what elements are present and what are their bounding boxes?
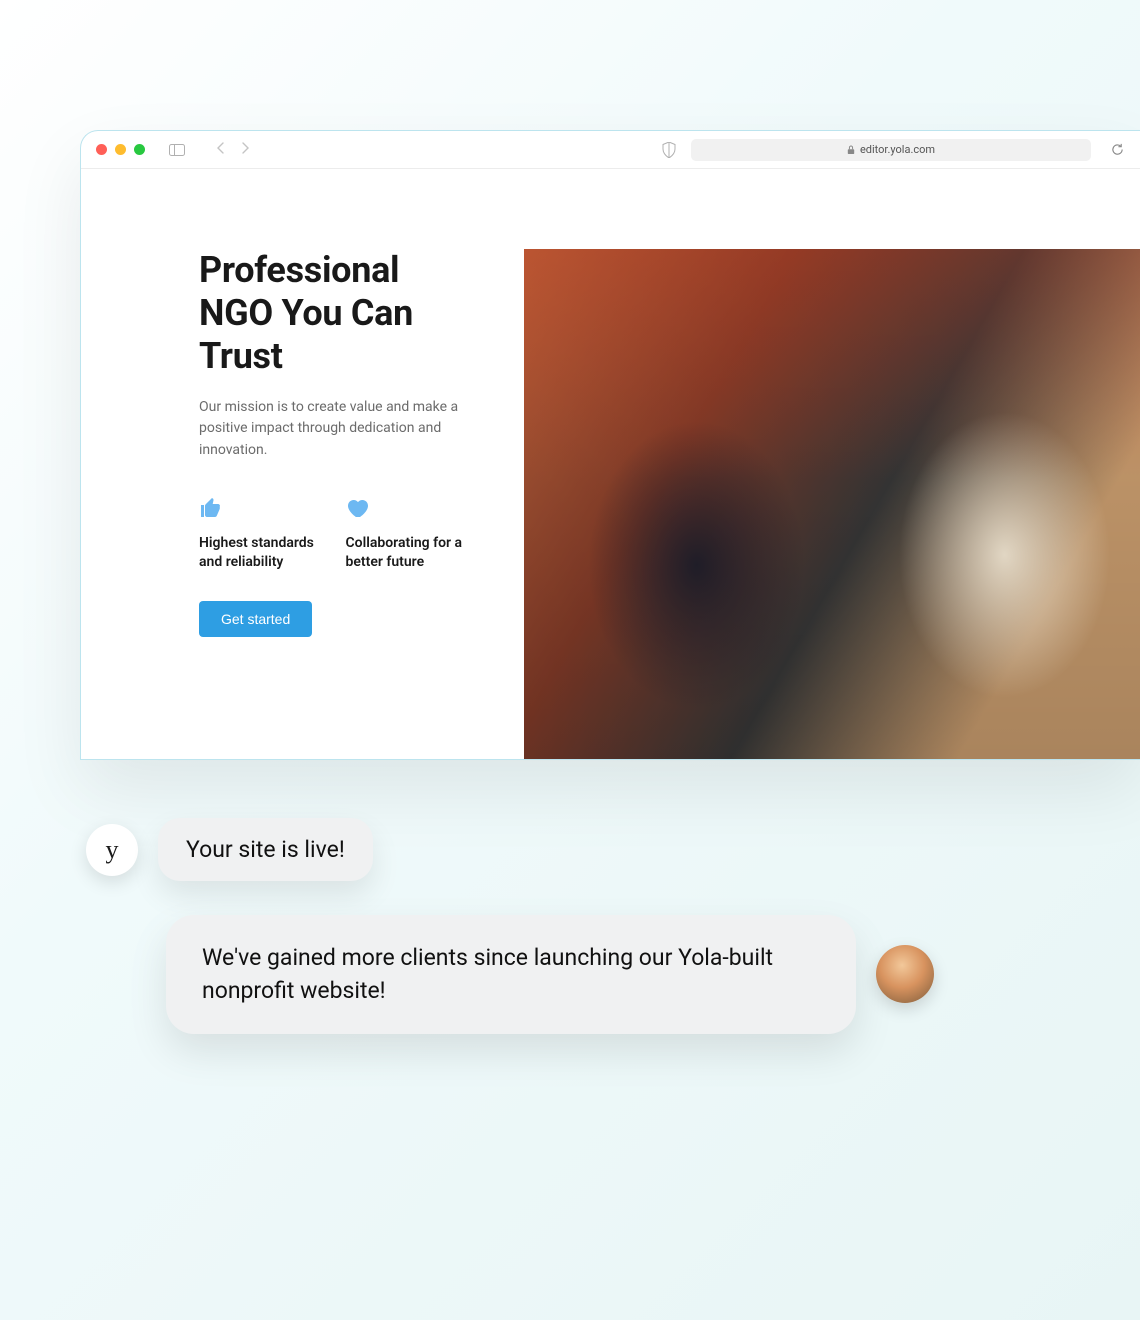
hero-image xyxy=(524,249,1140,759)
chat-bubble: Your site is live! xyxy=(158,818,373,881)
browser-window: editor.yola.com Professional NGO You Can… xyxy=(80,130,1140,760)
feature-text: Collaborating for a better future xyxy=(346,534,465,573)
heart-icon xyxy=(346,496,370,520)
page-content: Professional NGO You Can Trust Our missi… xyxy=(81,169,1140,759)
feature-item: Highest standards and reliability xyxy=(199,496,318,573)
user-avatar xyxy=(876,945,934,1003)
close-window-dot[interactable] xyxy=(96,144,107,155)
sidebar-toggle-icon[interactable] xyxy=(169,142,185,158)
shield-icon[interactable] xyxy=(661,142,677,158)
maximize-window-dot[interactable] xyxy=(134,144,145,155)
minimize-window-dot[interactable] xyxy=(115,144,126,155)
url-text: editor.yola.com xyxy=(860,143,935,156)
feature-item: Collaborating for a better future xyxy=(346,496,465,573)
feature-list: Highest standards and reliability Collab… xyxy=(199,496,464,573)
nav-back-button[interactable] xyxy=(213,142,229,158)
brand-avatar: y xyxy=(86,824,138,876)
feature-text: Highest standards and reliability xyxy=(199,534,318,573)
chat-text: We've gained more clients since launchin… xyxy=(202,941,820,1008)
url-bar[interactable]: editor.yola.com xyxy=(691,139,1091,161)
browser-chrome: editor.yola.com xyxy=(81,131,1140,169)
chat-area: y Your site is live! We've gained more c… xyxy=(86,818,1080,1034)
lock-icon xyxy=(847,140,855,159)
get-started-button[interactable]: Get started xyxy=(199,601,312,637)
window-traffic-lights xyxy=(96,144,145,155)
chat-text: Your site is live! xyxy=(186,836,345,863)
refresh-icon[interactable] xyxy=(1109,142,1125,158)
chat-bubble: We've gained more clients since launchin… xyxy=(166,915,856,1034)
page-heading: Professional NGO You Can Trust xyxy=(199,249,464,379)
mission-text: Our mission is to create value and make … xyxy=(199,397,464,462)
chat-row: We've gained more clients since launchin… xyxy=(86,915,1080,1034)
thumbs-up-icon xyxy=(199,496,223,520)
chat-row: y Your site is live! xyxy=(86,818,1080,881)
nav-forward-button[interactable] xyxy=(237,142,253,158)
hero-text-column: Professional NGO You Can Trust Our missi… xyxy=(199,249,464,759)
